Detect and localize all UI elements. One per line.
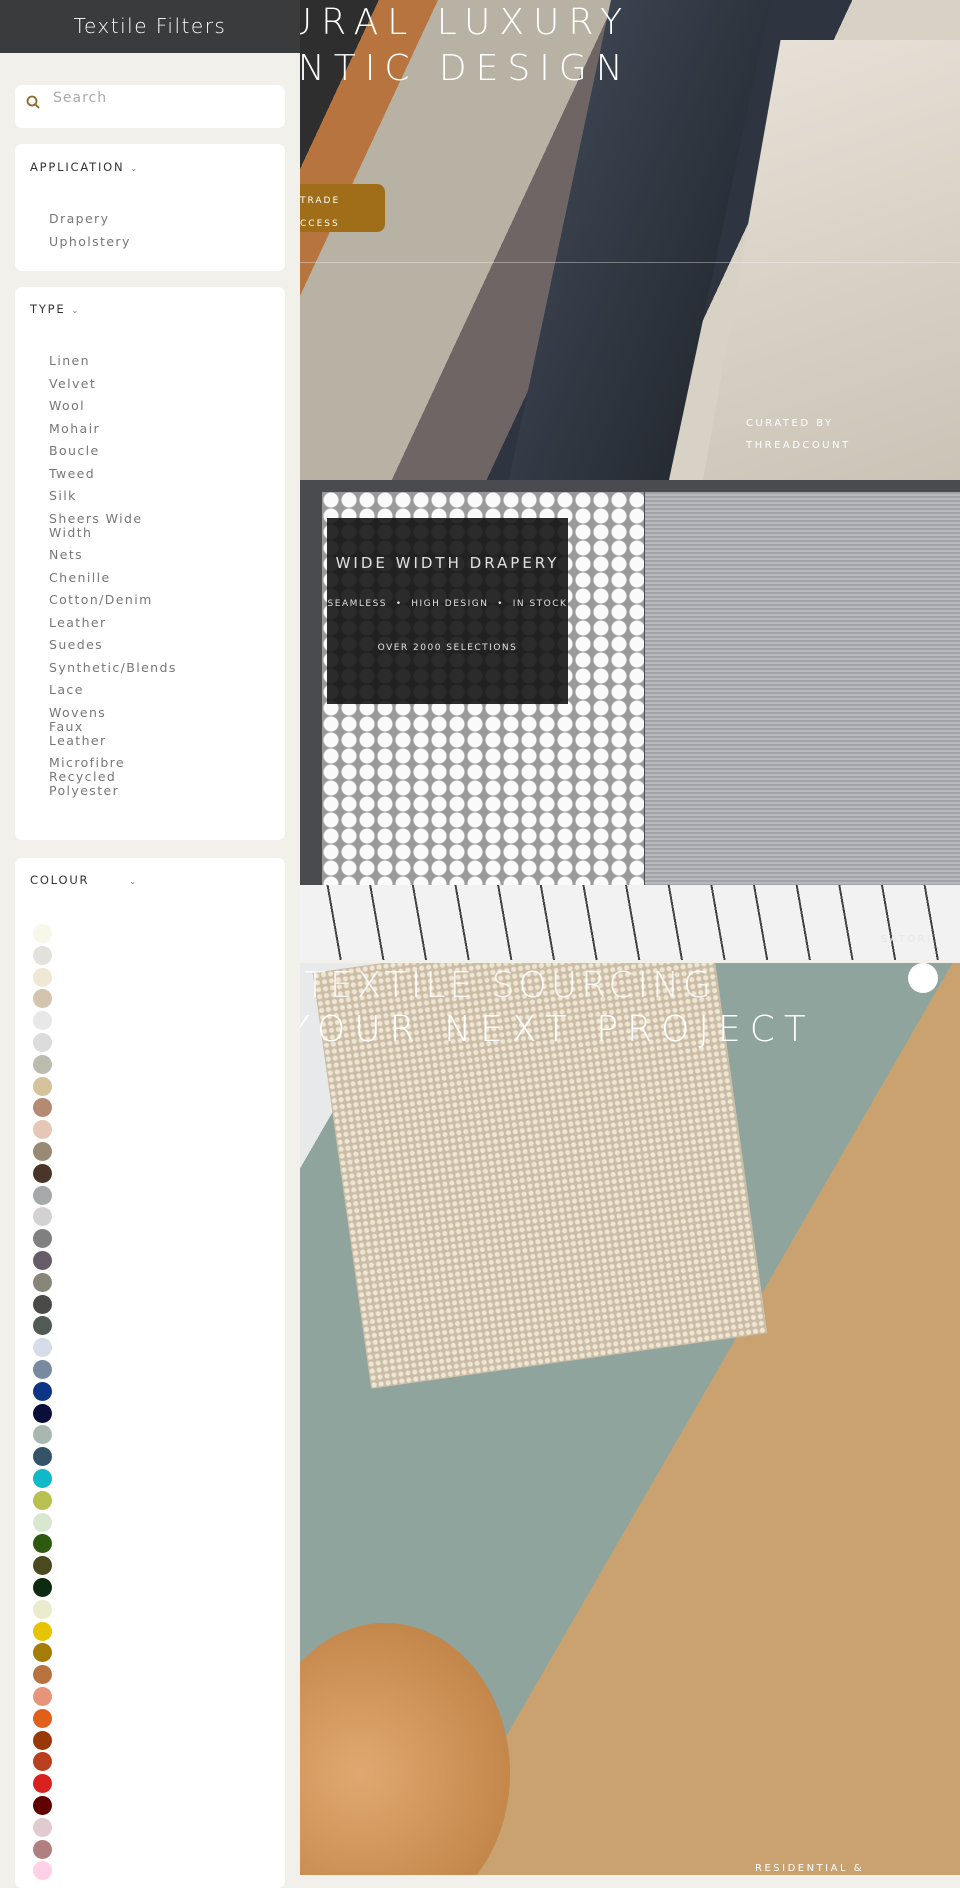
colour-swatch[interactable] — [33, 1120, 52, 1140]
filter-option[interactable]: Wool — [49, 399, 144, 413]
filter-option[interactable]: Drapery — [49, 212, 169, 226]
colour-swatch[interactable] — [33, 1556, 52, 1576]
colour-swatch[interactable] — [33, 1316, 52, 1336]
colour-swatch[interactable] — [33, 1752, 52, 1772]
colour-swatch[interactable] — [33, 1817, 52, 1837]
colour-swatch[interactable] — [33, 924, 52, 943]
filter-option[interactable]: Silk — [49, 489, 144, 503]
colour-swatch[interactable] — [33, 1839, 52, 1859]
colour-swatch[interactable] — [33, 1403, 52, 1423]
colour-swatch[interactable] — [33, 1774, 52, 1794]
colour-swatch[interactable] — [33, 1098, 52, 1118]
colour-toggle[interactable]: COLOUR ⌄ — [30, 873, 138, 887]
colour-swatch[interactable] — [33, 1163, 52, 1183]
hero3-title-line1: TEXTILE SOURCING — [304, 965, 715, 1006]
colour-swatch[interactable] — [33, 1381, 52, 1401]
colour-swatch[interactable] — [33, 1185, 52, 1205]
promo-box: WIDE WIDTH DRAPERY SEAMLESS • HIGH DESIG… — [327, 518, 568, 704]
colour-swatch[interactable] — [33, 1730, 52, 1750]
filter-option[interactable]: Mohair — [49, 421, 144, 436]
filter-option[interactable]: Tweed — [49, 466, 144, 481]
promo-features: SEAMLESS • HIGH DESIGN • IN STOCK — [327, 599, 568, 609]
caption-residential: RESIDENTIAL & — [755, 1863, 865, 1874]
colour-swatch[interactable] — [33, 1534, 52, 1554]
colour-swatch[interactable] — [33, 1687, 52, 1706]
colour-swatch[interactable] — [33, 1512, 52, 1532]
colour-swatch[interactable] — [33, 1142, 52, 1161]
sidebar-title: Textile Filters — [0, 0, 300, 53]
colour-swatch[interactable] — [33, 1054, 52, 1074]
hero-banner-textile-sourcing[interactable]: TEXTILE SOURCING YOUR NEXT PROJECT RESID… — [300, 963, 960, 1875]
filter-option[interactable]: Linen — [49, 354, 144, 368]
colour-swatch[interactable] — [33, 1796, 52, 1815]
search-box[interactable] — [15, 85, 285, 128]
filter-option[interactable]: Chenille — [49, 570, 144, 585]
colour-swatch[interactable] — [33, 1360, 52, 1379]
colour-swatch[interactable] — [33, 967, 52, 987]
filter-option[interactable]: Cotton/Denim — [49, 593, 151, 607]
chevron-down-icon: ⌄ — [129, 877, 138, 886]
chevron-down-icon: ⌄ — [130, 164, 139, 173]
colour-swatch[interactable] — [33, 1708, 52, 1728]
colour-swatch[interactable] — [33, 1447, 52, 1467]
colour-swatch[interactable] — [33, 1665, 52, 1685]
promo-heading: WIDE WIDTH DRAPERY — [335, 554, 560, 572]
caption-satori: SATORI — [881, 934, 933, 945]
colour-filter: COLOUR ⌄ — [15, 858, 285, 1888]
caption-brand: THREADCOUNT — [746, 440, 851, 451]
filter-sidebar: Textile Filters APPLICATION⌄ Drapery Upho… — [0, 0, 300, 1888]
filter-option[interactable]: Wovens Faux Leather — [49, 705, 144, 748]
application-options: Drapery Upholstery — [49, 212, 169, 257]
search-icon — [26, 95, 40, 109]
colour-swatch[interactable] — [33, 1076, 52, 1096]
filter-option[interactable]: Velvet — [49, 376, 144, 391]
filter-option[interactable]: Suedes — [49, 638, 144, 652]
filter-option[interactable]: Boucle — [49, 444, 144, 458]
promo-count: OVER 2000 SELECTIONS — [377, 643, 518, 653]
colour-swatch[interactable] — [33, 1425, 52, 1445]
filter-option[interactable]: Sheers Wide Width — [49, 511, 144, 540]
chevron-down-icon: ⌄ — [71, 306, 80, 315]
colour-swatch[interactable] — [33, 945, 52, 965]
type-filter: TYPE ⌄ Linen Velvet Wool Mohair Boucle Tweed Si… — [15, 287, 285, 840]
search-input[interactable] — [53, 85, 273, 111]
colour-swatch[interactable] — [33, 1033, 52, 1052]
colour-swatch[interactable] — [33, 1272, 52, 1292]
colour-swatch[interactable] — [33, 1643, 52, 1663]
filter-option[interactable]: Microfibre Recycled Polyester — [49, 756, 144, 798]
colour-swatch[interactable] — [33, 1229, 52, 1249]
hero-banner-wide-width-drapery[interactable]: WIDE WIDTH DRAPERY SEAMLESS • HIGH DESIG… — [300, 480, 960, 960]
filter-option[interactable]: Synthetic/Blends — [49, 660, 175, 675]
caption-curated: CURATED BY — [746, 418, 834, 429]
colour-swatch[interactable] — [33, 1011, 52, 1031]
type-options: Linen Velvet Wool Mohair Boucle Tweed Silk Shee… — [49, 354, 175, 807]
colour-swatch[interactable] — [33, 1207, 52, 1227]
filter-option[interactable]: Leather — [49, 615, 144, 630]
slider-dot-icon[interactable] — [908, 963, 938, 993]
application-toggle[interactable]: APPLICATION ⌄ — [30, 160, 139, 174]
colour-swatch[interactable] — [33, 1621, 52, 1641]
colour-swatch[interactable] — [33, 1490, 52, 1510]
colour-swatch[interactable] — [33, 1599, 52, 1619]
application-filter: APPLICATION ⌄ Drapery Upholstery — [15, 144, 285, 271]
hero3-title-line2: YOUR NEXT PROJECT — [300, 1009, 815, 1050]
colour-swatch[interactable] — [33, 989, 52, 1009]
filter-option[interactable]: Lace — [49, 683, 144, 697]
colour-swatch[interactable] — [33, 1469, 52, 1488]
type-toggle[interactable]: TYPE ⌄ — [30, 302, 80, 316]
colour-swatch[interactable] — [33, 1251, 52, 1270]
filter-option[interactable]: Upholstery — [49, 234, 169, 249]
colour-swatch[interactable] — [33, 1294, 52, 1314]
filter-option[interactable]: Nets — [49, 548, 144, 562]
colour-swatch[interactable] — [33, 1338, 52, 1358]
colour-swatch[interactable] — [33, 1861, 52, 1881]
colour-swatch[interactable] — [33, 1578, 52, 1597]
